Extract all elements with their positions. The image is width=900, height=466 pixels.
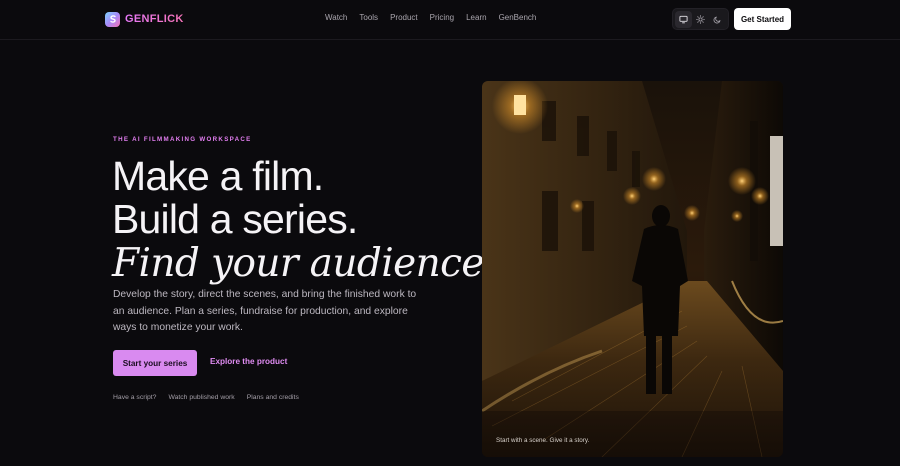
image-caption: Start with a scene. Give it a story. <box>496 437 590 444</box>
headline-line-3: Find your audience. <box>112 241 496 286</box>
top-navbar: GENFLICK Watch Tools Product Pricing Lea… <box>0 0 900 40</box>
brand-name: GENFLICK <box>125 13 184 25</box>
nav-link-watch[interactable]: Watch <box>325 13 347 22</box>
nav-link-tools[interactable]: Tools <box>359 13 378 22</box>
nav-link-genbench[interactable]: GenBench <box>499 13 537 22</box>
hero-image <box>482 81 783 457</box>
nav-link-pricing[interactable]: Pricing <box>430 13 454 22</box>
theme-light-button[interactable] <box>692 11 709 28</box>
hero-headline: Make a film. Build a series. Find your a… <box>112 153 496 286</box>
moon-icon <box>713 16 721 23</box>
theme-system-button[interactable] <box>675 10 692 28</box>
logo-mark-icon <box>105 11 120 27</box>
have-script-link[interactable]: Have a script? <box>113 394 156 401</box>
hero-sub-links: Have a script? Watch published work Plan… <box>113 394 311 401</box>
headline-line-2: Build a series. <box>112 196 358 242</box>
explore-product-link[interactable]: Explore the product <box>210 357 287 366</box>
brand-logo[interactable]: GENFLICK <box>105 11 184 27</box>
plans-credits-link[interactable]: Plans and credits <box>247 394 299 401</box>
get-started-button[interactable]: Get Started <box>734 8 791 30</box>
hero-eyebrow: THE AI FILMMAKING WORKSPACE <box>113 136 252 143</box>
nav-links: Watch Tools Product Pricing Learn GenBen… <box>325 13 548 22</box>
watch-published-link[interactable]: Watch published work <box>168 394 234 401</box>
theme-toggle <box>672 8 729 30</box>
nav-link-learn[interactable]: Learn <box>466 13 486 22</box>
theme-dark-button[interactable] <box>709 11 726 28</box>
nav-link-product[interactable]: Product <box>390 13 418 22</box>
headline-line-1: Make a film. <box>112 153 324 199</box>
hero-description: Develop the story, direct the scenes, an… <box>113 289 417 333</box>
sun-icon <box>696 14 705 24</box>
start-series-button[interactable]: Start your series <box>113 350 197 376</box>
desktop-icon <box>679 15 688 23</box>
